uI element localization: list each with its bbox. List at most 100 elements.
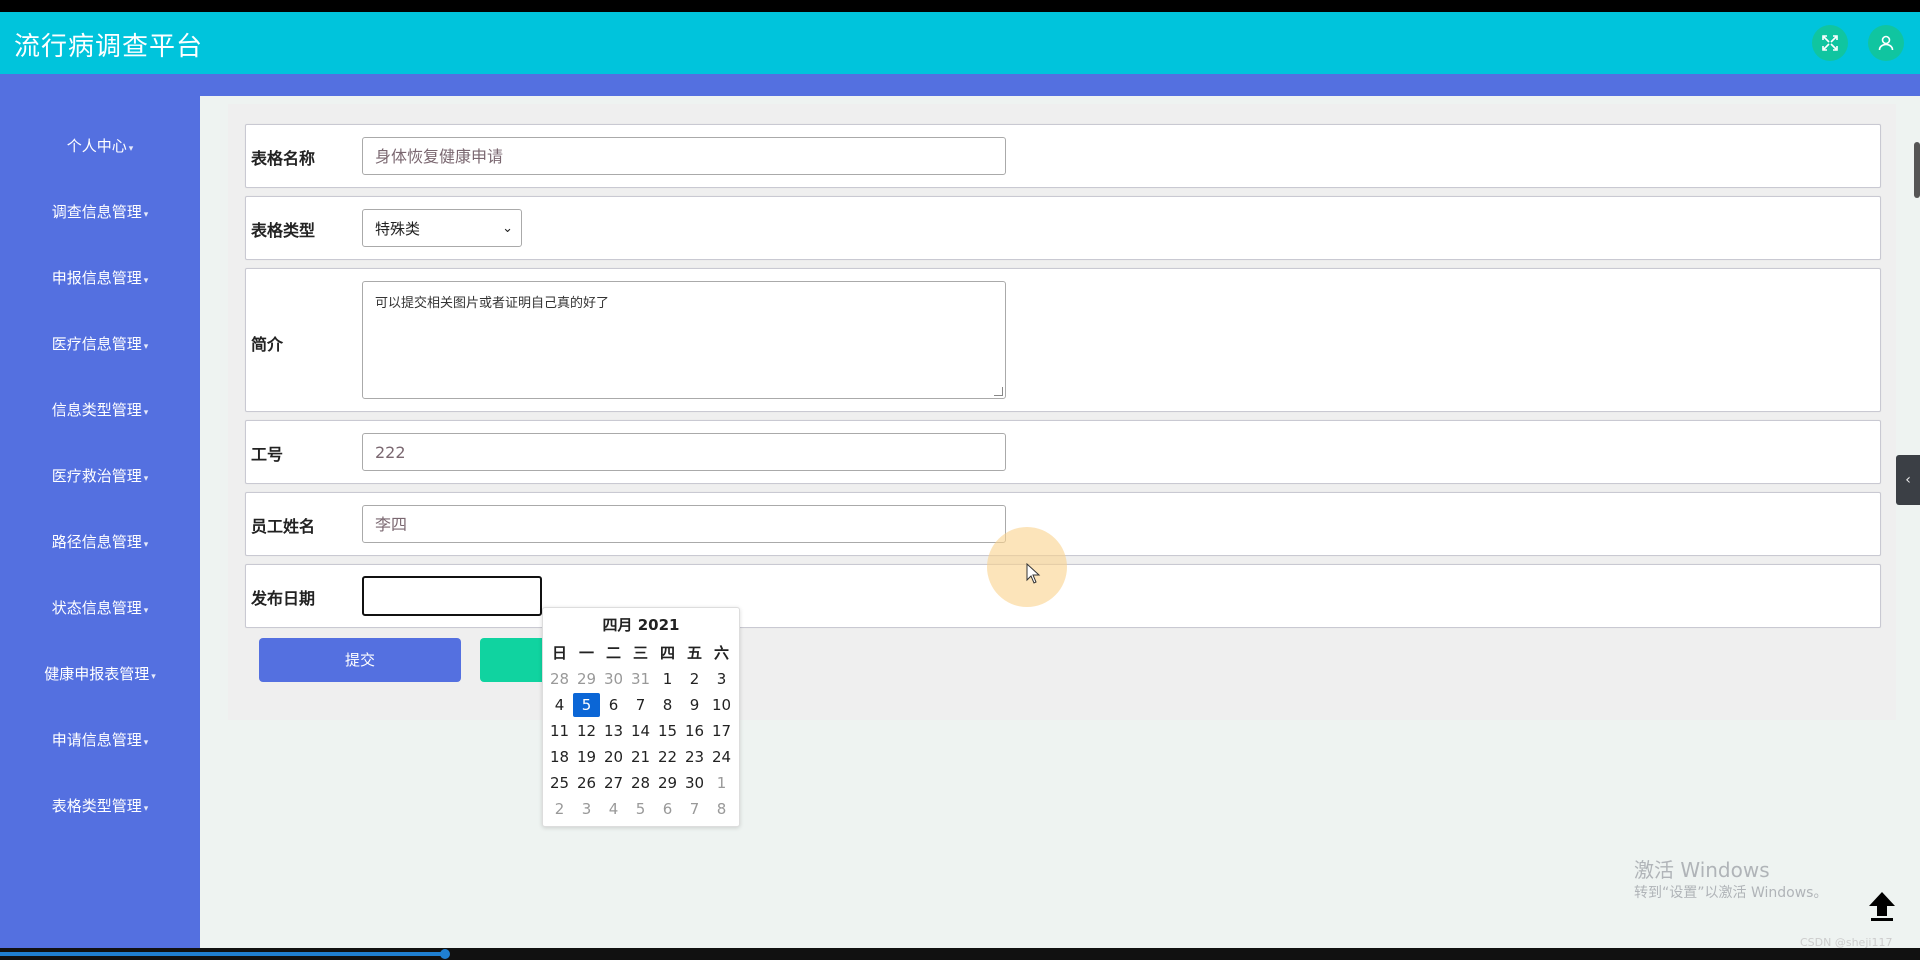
sidebar-item-form-type[interactable]: 表格类型管理 ▾ — [0, 795, 200, 816]
calendar-day[interactable]: 6 — [600, 693, 627, 717]
caret-down-icon: ▾ — [143, 276, 149, 286]
calendar-week-row: 25 26 27 28 29 30 1 — [546, 770, 736, 796]
calendar-day[interactable]: 20 — [600, 745, 627, 769]
expand-icon — [1822, 35, 1838, 51]
name-label: 表格名称 — [251, 149, 316, 168]
calendar-day[interactable]: 29 — [654, 771, 681, 795]
calendar-day[interactable]: 1 — [654, 667, 681, 691]
fullscreen-button[interactable] — [1812, 25, 1848, 61]
chevron-down-icon: ⌄ — [502, 221, 513, 236]
header-accent-strip — [200, 74, 1920, 96]
caret-down-icon: ▾ — [143, 342, 149, 352]
calendar-day[interactable]: 5 — [627, 797, 654, 821]
form-type-selected: 特殊类 — [375, 220, 421, 238]
calendar-day[interactable]: 12 — [573, 719, 600, 743]
calendar-week-row: 11 12 13 14 15 16 17 — [546, 718, 736, 744]
employee-label: 员工姓名 — [251, 517, 316, 536]
user-button[interactable] — [1868, 25, 1904, 61]
calendar-day-selected[interactable]: 5 — [573, 693, 600, 717]
calendar-day[interactable]: 8 — [708, 797, 735, 821]
publish-date-input[interactable] — [362, 576, 542, 616]
sidebar-item-health-declaration[interactable]: 健康申报表管理 ▾ — [0, 663, 200, 684]
intro-textarea[interactable]: 可以提交相关图片或者证明自己真的好了 — [362, 281, 1006, 399]
employee-name-input[interactable]: 李四 — [362, 505, 1006, 543]
form-name-input[interactable]: 身体恢复健康申请 — [362, 137, 1006, 175]
caret-down-icon: ▾ — [143, 738, 149, 748]
caret-down-icon: ▾ — [151, 672, 156, 682]
calendar-day[interactable]: 30 — [681, 771, 708, 795]
calendar-day[interactable]: 8 — [654, 693, 681, 717]
calendar-day[interactable]: 15 — [654, 719, 681, 743]
app-title: 流行病调查平台 — [14, 32, 204, 62]
calendar-day[interactable]: 9 — [681, 693, 708, 717]
calendar-day[interactable]: 4 — [600, 797, 627, 821]
weekday-label: 日 — [551, 644, 567, 662]
calendar-grid: 日 一 二 三 四 五 六 28 29 30 31 1 2 3 4 5 6 7 … — [546, 640, 736, 822]
video-progress-bar[interactable] — [0, 952, 445, 956]
calendar-day[interactable]: 3 — [573, 797, 600, 821]
calendar-day[interactable]: 19 — [573, 745, 600, 769]
calendar-day[interactable]: 14 — [627, 719, 654, 743]
sidebar-item-medical-info[interactable]: 医疗信息管理 ▾ — [0, 333, 200, 354]
calendar-day[interactable]: 2 — [681, 667, 708, 691]
job-no-label: 工号 — [251, 445, 284, 464]
chevron-left-icon: ‹ — [1905, 472, 1911, 488]
arrow-up-icon — [1869, 892, 1895, 921]
windows-activation-hint: 转到“设置”以激活 Windows。 — [1634, 885, 1828, 901]
calendar-day[interactable]: 31 — [627, 667, 654, 691]
calendar-day[interactable]: 1 — [708, 771, 735, 795]
sidebar-item-declaration-info[interactable]: 申报信息管理 ▾ — [0, 267, 200, 288]
calendar-week-row: 28 29 30 31 1 2 3 — [546, 666, 736, 692]
calendar-day[interactable]: 28 — [627, 771, 654, 795]
calendar-day[interactable]: 7 — [681, 797, 708, 821]
calendar-day[interactable]: 18 — [546, 745, 573, 769]
calendar-day[interactable]: 13 — [600, 719, 627, 743]
form-row-intro: 简介 可以提交相关图片或者证明自己真的好了 — [245, 268, 1881, 412]
calendar-day[interactable]: 7 — [627, 693, 654, 717]
back-to-top-button[interactable] — [1864, 888, 1900, 924]
resize-grip-icon[interactable] — [994, 387, 1003, 396]
weekday-label: 四 — [659, 644, 675, 662]
caret-down-icon: ▾ — [143, 540, 149, 550]
sidebar-item-status-info[interactable]: 状态信息管理 ▾ — [0, 597, 200, 618]
calendar-day[interactable]: 30 — [600, 667, 627, 691]
caret-down-icon: ▾ — [143, 408, 149, 418]
calendar-day[interactable]: 3 — [708, 667, 735, 691]
sidebar-item-application-info[interactable]: 申请信息管理 ▾ — [0, 729, 200, 750]
vertical-scrollbar[interactable] — [1914, 142, 1920, 198]
calendar-day[interactable]: 28 — [546, 667, 573, 691]
intro-label: 简介 — [251, 335, 284, 354]
job-no-input[interactable]: 222 — [362, 433, 1006, 471]
reset-button[interactable] — [480, 638, 544, 682]
calendar-day[interactable]: 6 — [654, 797, 681, 821]
calendar-day[interactable]: 10 — [708, 693, 735, 717]
sidebar-item-survey-info[interactable]: 调查信息管理 ▾ — [0, 201, 200, 222]
calendar-day[interactable]: 23 — [681, 745, 708, 769]
calendar-day[interactable]: 4 — [546, 693, 573, 717]
caret-down-icon: ▾ — [143, 474, 149, 484]
calendar-day[interactable]: 27 — [600, 771, 627, 795]
weekday-label: 二 — [605, 644, 621, 662]
calendar-day[interactable]: 17 — [708, 719, 735, 743]
windows-activation-title: 激活 Windows — [1634, 858, 1770, 882]
calendar-day[interactable]: 24 — [708, 745, 735, 769]
calendar-day[interactable]: 21 — [627, 745, 654, 769]
sidebar-item-medical-treatment[interactable]: 医疗救治管理 ▾ — [0, 465, 200, 486]
sidebar-item-personal-center[interactable]: 个人中心 ▾ — [0, 135, 200, 156]
sidebar-item-info-type[interactable]: 信息类型管理 ▾ — [0, 399, 200, 420]
side-panel-toggle[interactable]: ‹ — [1896, 455, 1920, 505]
progress-handle[interactable] — [440, 949, 450, 959]
calendar-day[interactable]: 2 — [546, 797, 573, 821]
calendar-day[interactable]: 16 — [681, 719, 708, 743]
calendar-week-row: 18 19 20 21 22 23 24 — [546, 744, 736, 770]
user-icon — [1878, 35, 1894, 51]
calendar-day[interactable]: 22 — [654, 745, 681, 769]
form-type-select[interactable]: 特殊类 ⌄ — [362, 209, 522, 247]
calendar-day[interactable]: 11 — [546, 719, 573, 743]
submit-button[interactable]: 提交 — [259, 638, 461, 682]
calendar-day[interactable]: 29 — [573, 667, 600, 691]
calendar-day[interactable]: 25 — [546, 771, 573, 795]
sidebar-item-route-info[interactable]: 路径信息管理 ▾ — [0, 531, 200, 552]
date-label: 发布日期 — [251, 589, 316, 608]
calendar-day[interactable]: 26 — [573, 771, 600, 795]
